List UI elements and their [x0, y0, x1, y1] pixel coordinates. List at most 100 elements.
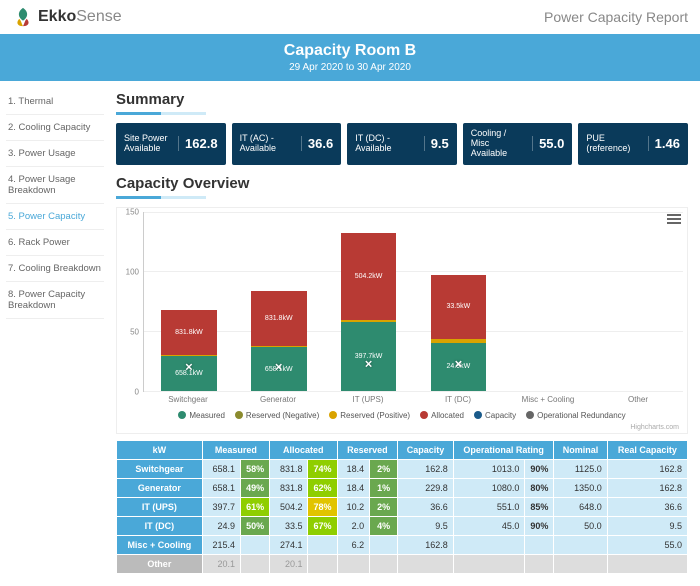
- table-row: Misc + Cooling215.4274.16.2162.855.0: [117, 535, 688, 554]
- kpi-label: Cooling / Misc Available: [471, 129, 526, 159]
- num-cell: 36.6: [607, 497, 687, 516]
- topbar: EkkoSense Power Capacity Report: [0, 0, 700, 34]
- pct-cell: 50%: [241, 516, 270, 535]
- num-cell: [398, 554, 454, 573]
- bar-segment[interactable]: 10.2kW: [341, 320, 397, 322]
- pct-cell: [525, 535, 554, 554]
- sidebar-item-4[interactable]: 5. Power Capacity: [6, 204, 104, 230]
- legend-item[interactable]: Reserved (Negative): [235, 411, 319, 420]
- sidebar-item-5[interactable]: 6. Rack Power: [6, 230, 104, 256]
- pct-cell: 62%: [308, 478, 337, 497]
- sidebar-item-7[interactable]: 8. Power Capacity Breakdown: [6, 282, 104, 319]
- row-header: IT (DC): [117, 516, 203, 535]
- x-category: Misc + Cooling: [503, 392, 593, 407]
- pct-cell: 78%: [308, 497, 337, 516]
- x-category: IT (DC): [413, 392, 503, 407]
- num-cell: 36.6: [398, 497, 454, 516]
- col-header: Capacity: [398, 440, 454, 459]
- capacity-chart: 050100150 658.1kW18.4kW831.8kW✕658.1kW18…: [116, 207, 688, 434]
- report-title: Power Capacity Report: [544, 9, 688, 25]
- sidebar-item-0[interactable]: 1. Thermal: [6, 89, 104, 115]
- num-cell: 397.7: [202, 497, 240, 516]
- pct-cell: [370, 535, 398, 554]
- legend-item[interactable]: Reserved (Positive): [329, 411, 410, 420]
- row-header: Switchgear: [117, 459, 203, 478]
- redundancy-marker-icon: ✕: [364, 360, 372, 371]
- col-header: kW: [117, 440, 203, 459]
- num-cell: 1350.0: [554, 478, 607, 497]
- kpi-row: Site Power Available162.8IT (AC) - Avail…: [116, 123, 688, 165]
- kpi-value: 55.0: [532, 136, 564, 151]
- chart-legend: Measured Reserved (Negative) Reserved (Pos…: [121, 407, 683, 424]
- num-cell: 9.5: [398, 516, 454, 535]
- sidebar-item-3[interactable]: 4. Power Usage Breakdown: [6, 167, 104, 204]
- bar-segment[interactable]: 33.5kW: [431, 275, 487, 339]
- legend-item[interactable]: Measured: [178, 411, 225, 420]
- num-cell: 33.5: [270, 516, 308, 535]
- bar-segment[interactable]: 504.2kW: [341, 233, 397, 320]
- num-cell: 274.1: [270, 535, 308, 554]
- chart-credit: Highcharts.com: [121, 424, 683, 431]
- col-header: Real Capacity: [607, 440, 687, 459]
- bar-segment[interactable]: 831.8kW: [161, 310, 217, 354]
- num-cell: 1080.0: [453, 478, 525, 497]
- num-cell: 6.2: [337, 535, 370, 554]
- legend-item[interactable]: Operational Redundancy: [526, 411, 626, 420]
- row-header: Generator: [117, 478, 203, 497]
- num-cell: 229.8: [398, 478, 454, 497]
- num-cell: 162.8: [398, 459, 454, 478]
- kpi-card-3: Cooling / Misc Available 55.0: [463, 123, 573, 165]
- sidebar-item-6[interactable]: 7. Cooling Breakdown: [6, 256, 104, 282]
- num-cell: 20.1: [202, 554, 240, 573]
- num-cell: [337, 554, 370, 573]
- sidebar-item-2[interactable]: 3. Power Usage: [6, 141, 104, 167]
- bar-segment[interactable]: 18.4kW: [161, 355, 217, 356]
- bar-slot-Other: [593, 212, 683, 391]
- brand-ekko: Ekko: [38, 8, 76, 25]
- x-category: Generator: [233, 392, 323, 407]
- sidebar-item-1[interactable]: 2. Cooling Capacity: [6, 115, 104, 141]
- redundancy-marker-icon: ✕: [454, 360, 462, 371]
- num-cell: 9.5: [607, 516, 687, 535]
- num-cell: [554, 554, 607, 573]
- pct-cell: [241, 535, 270, 554]
- num-cell: 215.4: [202, 535, 240, 554]
- kpi-card-4: PUE (reference)1.46: [578, 123, 688, 165]
- capacity-table: kWMeasuredAllocatedReservedCapacityOpera…: [116, 440, 688, 574]
- pct-cell: [308, 554, 337, 573]
- bar-segment[interactable]: 2kW: [431, 339, 487, 343]
- bar-segment[interactable]: 18.4kW: [251, 346, 307, 347]
- num-cell: 55.0: [607, 535, 687, 554]
- brand-logo: EkkoSense: [12, 6, 122, 28]
- num-cell: 162.8: [607, 459, 687, 478]
- num-cell: 648.0: [554, 497, 607, 516]
- num-cell: 162.8: [398, 535, 454, 554]
- col-header: Reserved: [337, 440, 398, 459]
- bar-slot-IT-UPS-: 397.7kW10.2kW504.2kW ✕: [324, 212, 414, 391]
- title-underline: [116, 196, 206, 199]
- num-cell: [554, 535, 607, 554]
- summary-title: Summary: [116, 91, 688, 108]
- pct-cell: 2%: [370, 497, 398, 516]
- legend-item[interactable]: Allocated: [420, 411, 464, 420]
- table-row: Other20.120.1: [117, 554, 688, 573]
- num-cell: 162.8: [607, 478, 687, 497]
- bar-slot-Misc-Cooling: [503, 212, 593, 391]
- pct-cell: 90%: [525, 516, 554, 535]
- bar-segment[interactable]: 831.8kW: [251, 291, 307, 346]
- row-header: IT (UPS): [117, 497, 203, 516]
- table-row: IT (DC)24.950%33.567%2.04%9.545.090%50.0…: [117, 516, 688, 535]
- legend-item[interactable]: Capacity: [474, 411, 516, 420]
- y-axis: 050100150: [121, 212, 143, 392]
- redundancy-marker-icon: ✕: [185, 362, 193, 373]
- num-cell: 831.8: [270, 478, 308, 497]
- table-row: Generator658.149%831.862%18.41%229.81080…: [117, 478, 688, 497]
- x-category: Switchgear: [143, 392, 233, 407]
- room-title: Capacity Room B: [0, 42, 700, 60]
- kpi-value: 1.46: [648, 136, 680, 151]
- num-cell: 658.1: [202, 459, 240, 478]
- num-cell: [453, 554, 525, 573]
- pct-cell: 90%: [525, 459, 554, 478]
- bar-segment[interactable]: 397.7kW: [341, 322, 397, 391]
- kpi-label: Site Power Available: [124, 134, 172, 154]
